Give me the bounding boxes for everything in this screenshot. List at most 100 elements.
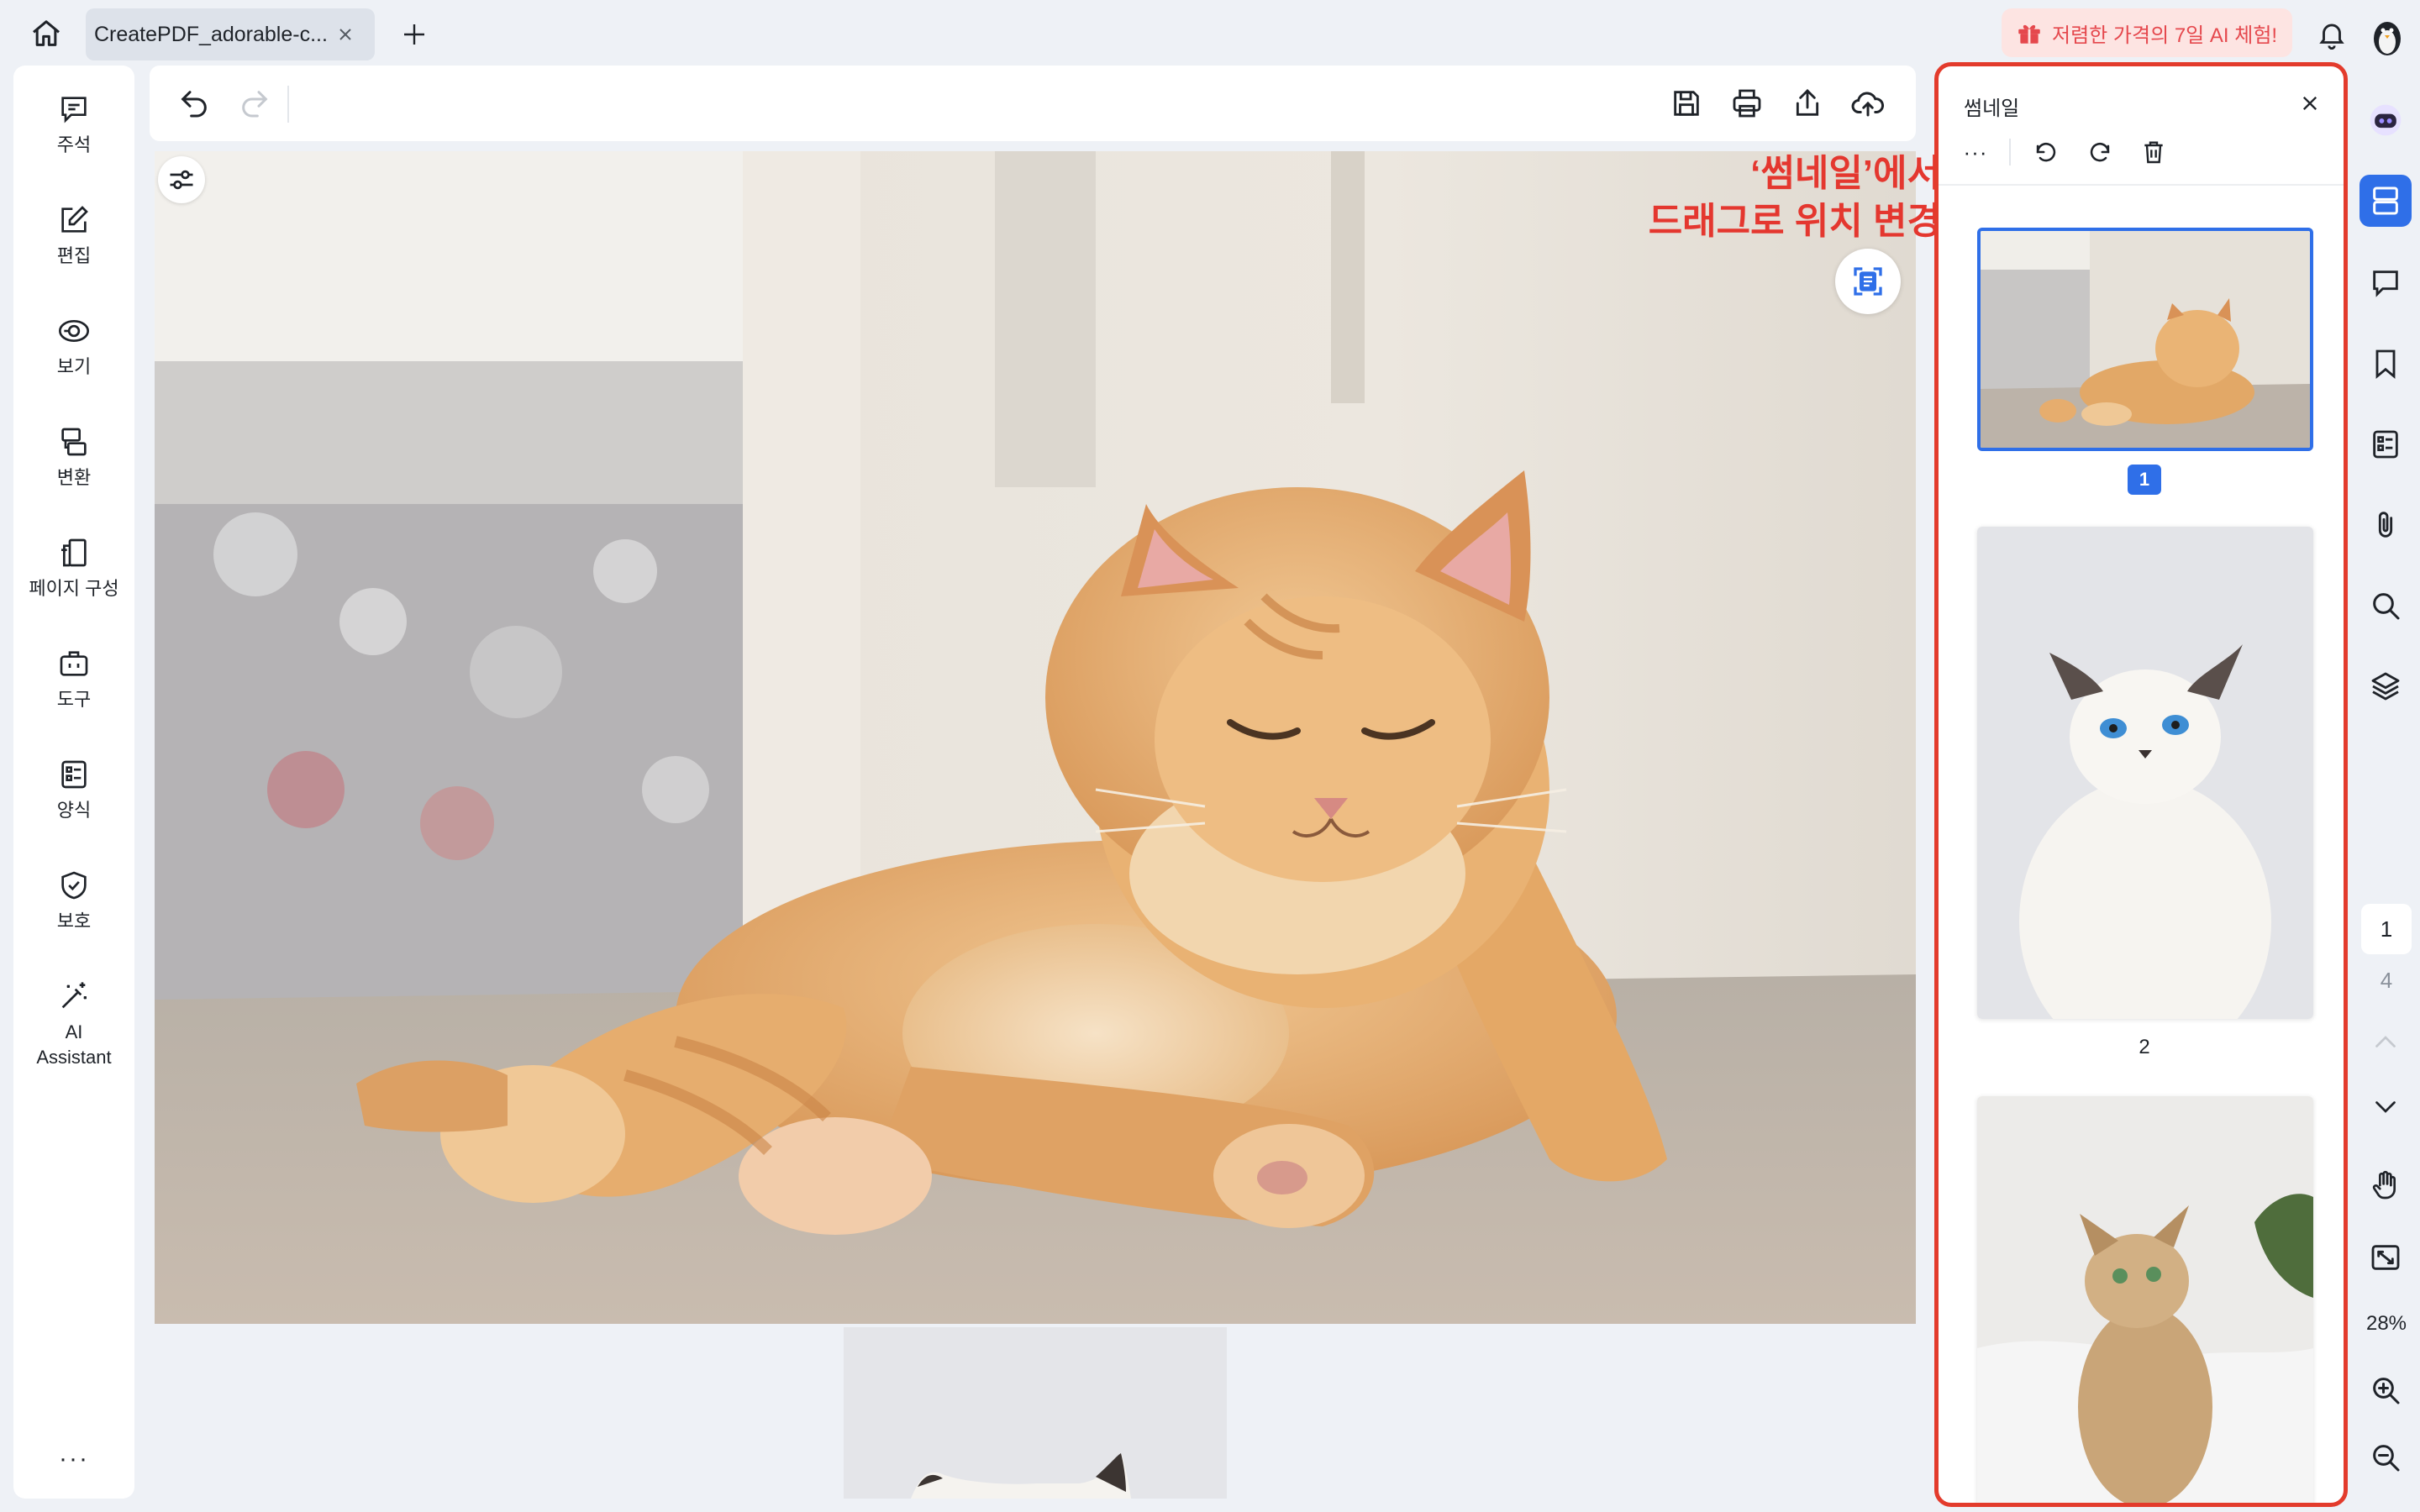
ai-wand-icon [55, 978, 92, 1015]
thumbnail-panel-close-button[interactable] [2295, 88, 2325, 118]
annotation-line-2: 드래그로 위치 변경 [1648, 201, 1941, 243]
bookmark-icon [2375, 349, 2396, 380]
current-page-input[interactable]: 1 [2361, 904, 2412, 954]
rotate-left-icon [2036, 142, 2056, 162]
thumbnail-toolbar-divider [2009, 139, 2011, 165]
zoom-in-button[interactable] [2360, 1364, 2412, 1416]
scan-frame-icon [1854, 267, 1882, 296]
toolbox-icon [55, 645, 92, 682]
tab-close-button[interactable] [333, 22, 358, 47]
page-organize-icon [55, 534, 92, 571]
chevron-down-icon [2375, 1101, 2396, 1113]
next-page-button[interactable] [2360, 1080, 2412, 1132]
ocr-scan-button[interactable] [1835, 249, 1901, 314]
thumbnail-panel-toggle[interactable] [2360, 175, 2412, 227]
thumbnail-icon [2373, 186, 2398, 215]
notification-button[interactable] [2312, 15, 2351, 54]
thumbnail-more-button[interactable]: ··· [1957, 134, 1994, 171]
sidebar-item-comment[interactable]: 주석 [13, 91, 134, 158]
redo-button[interactable] [235, 84, 274, 123]
fit-page-button[interactable] [2360, 1231, 2412, 1284]
comment-icon [2373, 270, 2398, 297]
bookmarks-panel-button[interactable] [2360, 338, 2412, 390]
thumbnail-panel: 썸네일 ··· 1 2 [1934, 62, 2348, 1507]
user-avatar[interactable] [2366, 12, 2408, 59]
undo-icon [181, 91, 207, 118]
trash-icon [2144, 141, 2163, 164]
ai-trial-promo-button[interactable]: 저렴한 가격의 7일 AI 체험! [2002, 8, 2292, 57]
new-tab-button[interactable] [395, 15, 434, 54]
document-tab[interactable]: CreatePDF_adorable-c... [86, 8, 375, 60]
document-page-1[interactable] [155, 151, 1916, 1324]
delete-page-button[interactable] [2135, 134, 2172, 171]
cloud-upload-button[interactable] [1849, 84, 1887, 123]
document-page-2[interactable] [844, 1327, 1227, 1499]
sidebar-item-view[interactable]: 보기 [13, 312, 134, 380]
zoom-out-button[interactable] [2360, 1431, 2412, 1483]
rotate-right-button[interactable] [2081, 134, 2118, 171]
orange-cat-photo [155, 151, 1916, 1324]
close-icon [339, 29, 351, 40]
attachments-panel-button[interactable] [2360, 499, 2412, 551]
sliders-icon [170, 170, 193, 190]
share-upload-icon [1796, 88, 1819, 116]
sidebar-item-label: 페이지 구성 [29, 578, 119, 599]
left-sidebar: 주석 편집 보기 변환 페이지 구성 도구 양식 보호 AI Assistant… [13, 66, 134, 1499]
sidebar-item-ai-assistant[interactable]: AI Assistant [13, 978, 134, 1069]
print-button[interactable] [1728, 84, 1766, 123]
sidebar-item-protect[interactable]: 보호 [13, 867, 134, 934]
zoom-level-label[interactable]: 28% [2353, 1312, 2420, 1336]
plus-icon [404, 24, 424, 45]
rotate-left-button[interactable] [2028, 134, 2065, 171]
sidebar-more-button[interactable]: ··· [13, 1445, 134, 1473]
page-thumbnail-2[interactable] [1977, 527, 2313, 1019]
sidebar-item-label: 변환 [56, 467, 92, 488]
layers-icon [2371, 672, 2400, 701]
hand-tool-button[interactable] [2360, 1159, 2412, 1211]
sidebar-item-page-organize[interactable]: 페이지 구성 [13, 534, 134, 601]
penguin-avatar-icon [2374, 22, 2401, 55]
tab-title: CreatePDF_adorable-c... [94, 22, 328, 46]
home-button[interactable] [24, 13, 69, 54]
paperclip-icon [2378, 512, 2393, 538]
edit-icon [55, 202, 92, 239]
previous-page-button[interactable] [2360, 1016, 2412, 1068]
sidebar-item-convert[interactable]: 변환 [13, 423, 134, 491]
form-fields-panel-button[interactable] [2360, 418, 2412, 470]
close-icon [2302, 96, 2317, 111]
page-number-badge-1: 1 [2128, 465, 2161, 495]
rotate-right-icon [2090, 142, 2110, 162]
page-thumbnail-1[interactable] [1977, 228, 2313, 451]
ai-robot-button[interactable] [2360, 94, 2412, 146]
sidebar-item-label: AI Assistant [36, 1021, 112, 1068]
annotation-line-1: ‘썸네일’에서 [1750, 153, 1941, 194]
search-icon [2373, 593, 2400, 620]
form-icon [2373, 430, 2398, 459]
comments-panel-button[interactable] [2360, 257, 2412, 309]
zoom-out-icon [2373, 1445, 2400, 1472]
zoom-in-icon [2373, 1378, 2400, 1404]
hand-icon [2372, 1170, 2396, 1200]
undo-button[interactable] [175, 84, 213, 123]
bell-icon [2319, 24, 2344, 50]
printer-icon [1733, 89, 1761, 118]
search-button[interactable] [2360, 580, 2412, 632]
page-thumbnail-3[interactable] [1977, 1096, 2313, 1503]
total-pages-label: 4 [2380, 968, 2393, 993]
save-button[interactable] [1667, 84, 1706, 123]
shield-icon [55, 867, 92, 904]
page-adjust-button[interactable] [158, 156, 205, 203]
promo-text: 저렴한 가격의 7일 AI 체험! [2052, 24, 2278, 47]
sidebar-item-form[interactable]: 양식 [13, 756, 134, 823]
sidebar-item-label: 도구 [56, 689, 92, 710]
sidebar-item-tools[interactable]: 도구 [13, 645, 134, 712]
sidebar-item-label: 보기 [56, 356, 92, 377]
layers-panel-button[interactable] [2360, 660, 2412, 712]
convert-icon [55, 423, 92, 460]
british-cat-thumbnail [1977, 1096, 2313, 1503]
fit-page-icon [2371, 1245, 2400, 1270]
comment-icon [55, 91, 92, 128]
ai-robot-icon [2370, 104, 2402, 136]
share-button[interactable] [1788, 84, 1827, 123]
sidebar-item-edit[interactable]: 편집 [13, 202, 134, 269]
